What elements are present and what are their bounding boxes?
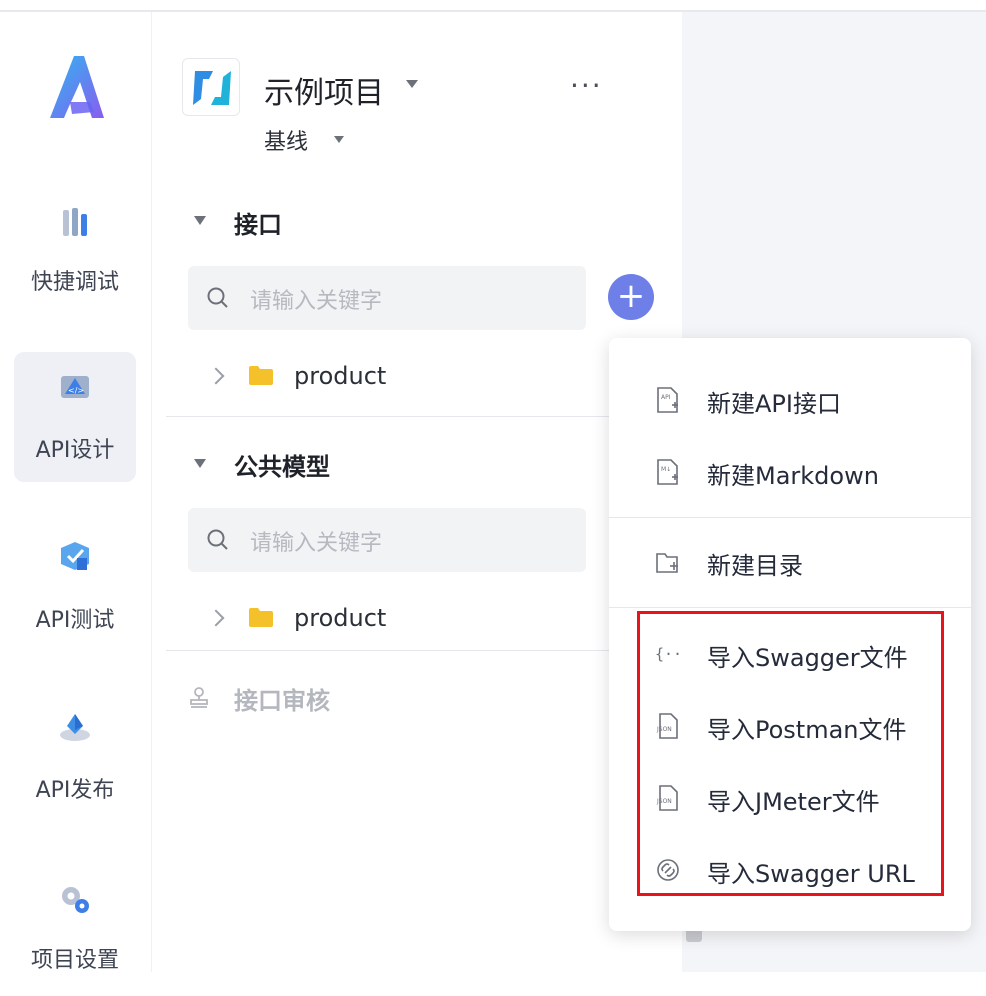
rail-item-label: API设计 — [35, 438, 115, 463]
svg-text:</>: </> — [68, 386, 84, 395]
search-icon — [207, 287, 228, 308]
tree-item-label: product — [294, 604, 387, 632]
new-markdown-file-icon: M↓ — [657, 459, 678, 485]
section-title-audit[interactable]: 接口审核 — [234, 681, 330, 716]
project-caret-icon[interactable] — [406, 80, 418, 88]
menu-item-label: 新建目录 — [707, 552, 803, 580]
search-icon — [207, 529, 228, 550]
branch-selector[interactable]: 基线 — [264, 124, 308, 156]
api-design-icon: </> — [61, 376, 89, 398]
tree-item-label: product — [294, 362, 387, 390]
collapse-caret-icon[interactable] — [194, 216, 206, 225]
menu-item-new-folder[interactable]: 新建目录 — [609, 532, 971, 592]
rail-item-label: 项目设置 — [30, 948, 119, 973]
rail-item-api-publish[interactable]: API发布 — [14, 694, 136, 824]
search-input[interactable]: 请输入关键字 — [188, 508, 586, 572]
tree-item-product[interactable]: product — [166, 592, 682, 652]
folder-icon — [249, 608, 273, 627]
menu-item-new-markdown[interactable]: M↓ 新建Markdown — [609, 442, 971, 502]
project-logo-icon — [193, 71, 231, 105]
project-logo — [182, 58, 240, 116]
project-settings-icon — [62, 887, 89, 913]
new-api-file-icon: API — [657, 387, 678, 413]
search-input[interactable]: 请输入关键字 — [188, 266, 586, 330]
search-placeholder: 请输入关键字 — [250, 289, 383, 314]
api-publish-icon — [60, 714, 90, 741]
rail-item-label: API测试 — [35, 608, 115, 633]
annotation-highlight-box — [637, 611, 944, 896]
collapse-caret-icon[interactable] — [194, 459, 206, 468]
project-name[interactable]: 示例项目 — [264, 68, 384, 112]
section-divider — [166, 416, 682, 417]
new-folder-icon — [656, 553, 678, 573]
svg-text:M↓: M↓ — [661, 466, 671, 473]
menu-item-label: 新建Markdown — [707, 462, 879, 490]
tree-panel — [152, 12, 682, 972]
quick-debug-icon — [63, 208, 87, 236]
stamp-icon — [190, 687, 208, 708]
api-test-icon — [61, 542, 89, 570]
section-title-models[interactable]: 公共模型 — [234, 447, 330, 482]
chevron-right-icon[interactable] — [207, 367, 225, 385]
nav-rail — [0, 12, 152, 972]
menu-item-label: 新建API接口 — [707, 390, 841, 418]
folder-icon — [249, 366, 273, 385]
add-button[interactable]: + — [608, 274, 654, 320]
app-logo-icon — [50, 56, 104, 118]
rail-item-label: API发布 — [35, 778, 115, 803]
menu-divider — [609, 607, 971, 608]
rail-item-project-settings[interactable]: 项目设置 — [14, 866, 136, 996]
rail-item-api-test[interactable]: API测试 — [14, 524, 136, 654]
rail-item-quick-debug[interactable]: 快捷调试 — [14, 190, 136, 320]
tree-item-product[interactable]: product — [166, 350, 682, 410]
svg-text:API: API — [661, 394, 671, 401]
menu-item-new-api[interactable]: API 新建API接口 — [609, 370, 971, 430]
section-title-interfaces[interactable]: 接口 — [234, 205, 282, 240]
section-divider — [166, 650, 682, 651]
search-placeholder: 请输入关键字 — [250, 531, 383, 556]
more-button[interactable]: ··· — [570, 72, 603, 100]
branch-caret-icon[interactable] — [334, 136, 344, 143]
rail-item-api-design[interactable]: </> API设计 — [14, 352, 136, 482]
chevron-right-icon[interactable] — [207, 609, 225, 627]
menu-divider — [609, 517, 971, 518]
rail-item-label: 快捷调试 — [30, 270, 119, 295]
